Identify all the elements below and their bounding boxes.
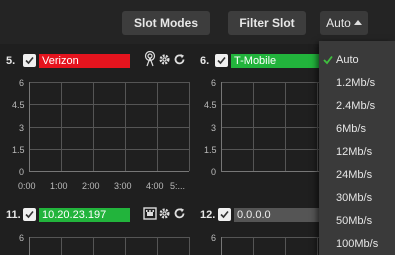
antenna-icon[interactable] — [143, 50, 157, 72]
y-tick-label: 0 — [18, 167, 24, 177]
slot-checkbox[interactable] — [218, 208, 231, 221]
slot-checkbox[interactable] — [23, 54, 36, 67]
bitrate-select-button[interactable]: Auto — [320, 11, 368, 35]
slot-number: 12. — [200, 209, 216, 221]
bitrate-option-24[interactable]: 24Mb/s — [319, 164, 395, 187]
bandwidth-chart — [221, 237, 321, 255]
bitrate-option-label: 12Mb/s — [336, 146, 373, 158]
x-tick-label: 1:00 — [50, 181, 68, 191]
slot-number: 11. — [6, 209, 21, 221]
x-tick-label: 2:00 — [82, 181, 100, 191]
bitrate-option-12[interactable]: 12Mb/s — [319, 141, 395, 164]
bitrate-option-30[interactable]: 30Mb/s — [319, 187, 395, 210]
slot-modes-button[interactable]: Slot Modes — [122, 11, 210, 35]
slot-checkbox[interactable] — [23, 208, 36, 221]
refresh-icon[interactable] — [173, 207, 186, 225]
top-toolbar: Slot Modes Filter Slot Auto — [0, 0, 395, 44]
bitrate-option-100[interactable]: 100Mb/s — [319, 233, 395, 255]
slot-number: 5. — [6, 55, 16, 67]
bitrate-option-label: 50Mb/s — [336, 215, 373, 227]
bandwidth-chart — [29, 237, 190, 255]
y-tick-label: 0 — [210, 167, 216, 177]
bandwidth-chart — [29, 82, 190, 172]
bitrate-option-1-2[interactable]: 1.2Mb/s — [319, 72, 395, 95]
slot-name-label: 0.0.0.0 — [234, 208, 321, 222]
bitrate-option-label: 2.4Mb/s — [336, 100, 376, 112]
filter-slot-button[interactable]: Filter Slot — [228, 11, 306, 35]
slot-name-label: T-Mobile — [231, 54, 321, 68]
slot-number: 6. — [200, 55, 210, 67]
x-tick-label: 4:00 — [146, 181, 164, 191]
y-tick-label: 6 — [18, 78, 24, 88]
bitrate-dropdown-menu: Auto 1.2Mb/s 2.4Mb/s 6Mb/s 12Mb/s 24Mb/s… — [319, 41, 395, 255]
bitrate-option-label: 100Mb/s — [336, 238, 379, 250]
bandwidth-chart — [221, 82, 321, 172]
y-tick-label: 6 — [210, 78, 216, 88]
refresh-icon[interactable] — [173, 53, 186, 71]
y-tick-label: 6 — [210, 233, 216, 243]
y-tick-label: 1.5 — [204, 145, 217, 155]
bitrate-option-2-4[interactable]: 2.4Mb/s — [319, 95, 395, 118]
bitrate-option-50[interactable]: 50Mb/s — [319, 210, 395, 233]
y-tick-label: 3 — [18, 123, 24, 133]
bitrate-select-value: Auto — [326, 16, 351, 30]
y-tick-label: 4.5 — [204, 100, 217, 110]
x-tick-label: 3:00 — [114, 181, 132, 191]
bitrate-option-auto[interactable]: Auto — [319, 49, 395, 72]
slot-checkbox[interactable] — [215, 54, 228, 67]
bitrate-option-label: 1.2Mb/s — [336, 77, 376, 89]
y-tick-label: 4.5 — [12, 100, 25, 110]
x-tick-label: 5:... — [170, 181, 186, 191]
bitrate-option-label: Auto — [336, 54, 359, 66]
slot-name-label: Verizon — [39, 54, 130, 68]
gear-icon[interactable] — [158, 53, 171, 71]
slot-name-label: 10.20.23.197 — [39, 208, 130, 222]
y-tick-label: 1.5 — [12, 145, 25, 155]
ethernet-icon[interactable] — [143, 207, 157, 225]
bitrate-option-label: 6Mb/s — [336, 123, 366, 135]
checkmark-icon — [323, 55, 333, 65]
bitrate-option-label: 24Mb/s — [336, 169, 373, 181]
y-tick-label: 6 — [18, 233, 24, 243]
bitrate-option-label: 30Mb/s — [336, 192, 373, 204]
x-tick-label: 0:00 — [18, 181, 36, 191]
gear-icon[interactable] — [158, 207, 171, 225]
y-tick-label: 3 — [210, 123, 216, 133]
caret-up-icon — [353, 20, 362, 25]
bitrate-option-6[interactable]: 6Mb/s — [319, 118, 395, 141]
